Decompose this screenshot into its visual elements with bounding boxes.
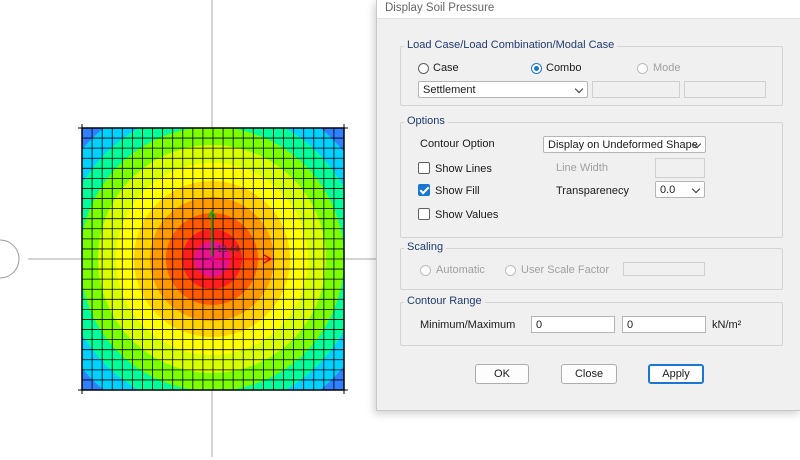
mode-radio-label: Mode (653, 62, 681, 74)
minmax-label: Minimum/Maximum (420, 319, 516, 331)
chevron-down-icon (574, 84, 584, 94)
contour-option-select[interactable]: Display on Undeformed Shape (543, 136, 706, 153)
automatic-radio[interactable] (420, 265, 431, 276)
scaling-legend: Scaling (404, 241, 447, 253)
transparency-value: 0.0 (660, 184, 676, 196)
dialog-titlebar[interactable]: Display Soil Pressure (377, 0, 800, 19)
user-scale-radio[interactable] (505, 265, 516, 276)
transparency-label: Transparenecy (556, 185, 629, 197)
load-case-group: Load Case/Load Combination/Modal Case Ca… (400, 39, 783, 106)
center-value-label: 18.44 (217, 244, 240, 254)
ok-button[interactable]: OK (475, 364, 529, 384)
case-radio[interactable] (418, 63, 429, 74)
automatic-label: Automatic (436, 264, 485, 276)
contour-range-legend: Contour Range (404, 295, 485, 307)
mode-number-disabled (684, 81, 766, 98)
contour-option-label: Contour Option (420, 138, 495, 150)
show-values-checkbox[interactable] (418, 208, 430, 220)
scaling-group: Scaling Automatic User Scale Factor (400, 241, 783, 290)
line-width-label: Line Width (556, 162, 608, 174)
display-soil-pressure-dialog: Display Soil Pressure Load Case/Load Com… (376, 0, 800, 411)
transparency-select[interactable]: 0.0 (655, 181, 705, 198)
close-button[interactable]: Close (561, 364, 617, 384)
contour-range-group: Contour Range Minimum/Maximum 0 0 kN/m² (400, 295, 783, 346)
dialog-title: Display Soil Pressure (385, 2, 495, 14)
chevron-down-icon (691, 184, 701, 194)
grid-bubble (0, 239, 20, 279)
show-lines-checkbox[interactable] (418, 162, 430, 174)
case-radio-label[interactable]: Case (433, 62, 459, 74)
line-width-field (655, 158, 705, 178)
mode-radio[interactable] (637, 63, 648, 74)
mode-select-disabled (592, 81, 680, 98)
user-scale-field (623, 262, 705, 276)
minimum-value: 0 (536, 319, 543, 331)
units-label: kN/m² (712, 319, 742, 331)
user-scale-label: User Scale Factor (521, 264, 610, 276)
show-fill-label[interactable]: Show Fill (435, 185, 480, 197)
show-fill-checkbox[interactable] (418, 184, 430, 196)
combo-radio-label[interactable]: Combo (546, 62, 581, 74)
options-legend: Options (404, 115, 448, 127)
show-lines-label[interactable]: Show Lines (435, 163, 492, 175)
combo-select[interactable]: Settlement (418, 81, 588, 98)
model-view-canvas[interactable]: 18.44 (0, 0, 380, 457)
show-values-label[interactable]: Show Values (435, 209, 498, 221)
combo-select-value: Settlement (423, 84, 476, 96)
soil-pressure-plot: 18.44 (0, 0, 380, 457)
options-group: Options Contour Option Display on Undefo… (400, 115, 783, 238)
combo-radio[interactable] (531, 63, 542, 74)
maximum-value: 0 (627, 319, 634, 331)
load-case-legend: Load Case/Load Combination/Modal Case (404, 39, 618, 51)
apply-button[interactable]: Apply (648, 364, 704, 384)
minimum-field[interactable]: 0 (531, 316, 615, 333)
contour-option-value: Display on Undeformed Shape (548, 139, 698, 151)
maximum-field[interactable]: 0 (622, 316, 706, 333)
